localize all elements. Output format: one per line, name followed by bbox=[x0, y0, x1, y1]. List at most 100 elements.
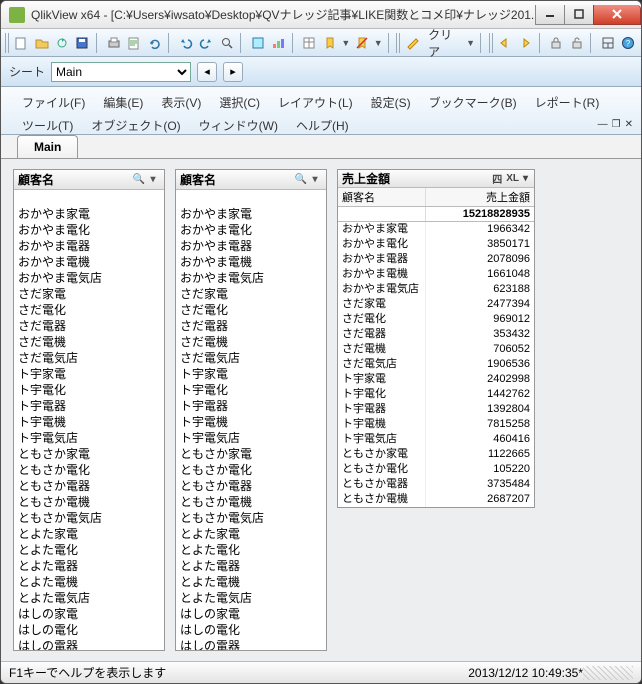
list-item[interactable]: とよた電化 bbox=[14, 542, 164, 558]
list-item[interactable]: ト宇電化 bbox=[176, 382, 326, 398]
listbox-body[interactable]: おかやま家電おかやま電化おかやま電器おかやま電機おかやま電気店さだ家電さだ電化さ… bbox=[14, 190, 164, 650]
table-row[interactable]: さだ電化969012 bbox=[338, 312, 534, 327]
list-item[interactable]: とよた電気店 bbox=[176, 590, 326, 606]
list-item[interactable]: はしの家電 bbox=[176, 606, 326, 622]
menu-select[interactable]: 選択(C) bbox=[210, 91, 269, 114]
menu-bookmark[interactable]: ブックマーク(B) bbox=[420, 91, 526, 114]
table-row[interactable]: おかやま電化3850171 bbox=[338, 237, 534, 252]
list-item[interactable]: おかやま電化 bbox=[14, 222, 164, 238]
table-body[interactable]: おかやま家電1966342おかやま電化3850171おかやま電器2078096お… bbox=[338, 222, 534, 507]
list-item[interactable]: ト宇電機 bbox=[176, 414, 326, 430]
close-button[interactable] bbox=[593, 5, 641, 25]
unlock-button[interactable] bbox=[568, 33, 585, 53]
list-item[interactable]: さだ電気店 bbox=[176, 350, 326, 366]
search-button[interactable] bbox=[218, 33, 235, 53]
list-item[interactable]: ともさか家電 bbox=[176, 446, 326, 462]
list-item[interactable]: ト宇家電 bbox=[176, 366, 326, 382]
list-item[interactable]: はしの家電 bbox=[14, 606, 164, 622]
list-item[interactable]: おかやま電機 bbox=[176, 254, 326, 270]
list-item[interactable]: ト宇家電 bbox=[14, 366, 164, 382]
print-button[interactable] bbox=[105, 33, 122, 53]
table-row[interactable]: さだ電器353432 bbox=[338, 327, 534, 342]
table-row[interactable]: おかやま電気店623188 bbox=[338, 282, 534, 297]
forward-button[interactable] bbox=[516, 33, 533, 53]
list-item[interactable]: とよた家電 bbox=[14, 526, 164, 542]
list-item[interactable]: おかやま電器 bbox=[14, 238, 164, 254]
dropdown-icon[interactable]: ▼ bbox=[341, 38, 350, 48]
sheet-prev-button[interactable]: ◂ bbox=[197, 62, 217, 82]
list-item[interactable]: おかやま電気店 bbox=[176, 270, 326, 286]
list-item[interactable]: とよた電機 bbox=[14, 574, 164, 590]
list-item[interactable]: とよた家電 bbox=[176, 526, 326, 542]
list-item[interactable]: ト宇電機 bbox=[14, 414, 164, 430]
list-item[interactable] bbox=[14, 190, 164, 206]
list-item[interactable]: ともさか電気店 bbox=[176, 510, 326, 526]
list-item[interactable]: とよた電化 bbox=[176, 542, 326, 558]
dropdown-icon[interactable]: ▼ bbox=[374, 38, 383, 48]
mdi-restore-button[interactable]: ❐ bbox=[612, 119, 621, 130]
list-item[interactable]: ともさか電化 bbox=[14, 462, 164, 478]
list-item[interactable]: おかやま電気店 bbox=[14, 270, 164, 286]
listbox-header[interactable]: 顧客名 🔍 ▾ bbox=[176, 170, 326, 190]
minimize-button[interactable] bbox=[535, 5, 565, 25]
menu-tool[interactable]: ツール(T) bbox=[13, 114, 82, 137]
lock-button[interactable] bbox=[547, 33, 564, 53]
menu-icon[interactable]: ▾ bbox=[308, 174, 322, 185]
list-item[interactable]: ともさか家電 bbox=[14, 446, 164, 462]
menu-window[interactable]: ウィンドウ(W) bbox=[190, 114, 287, 137]
table-row[interactable]: おかやま家電1966342 bbox=[338, 222, 534, 237]
back-button[interactable] bbox=[496, 33, 513, 53]
new-button[interactable] bbox=[12, 33, 29, 53]
table-row[interactable]: ともさか家電1122665 bbox=[338, 447, 534, 462]
table-row[interactable]: ト宇電器1392804 bbox=[338, 402, 534, 417]
table-row[interactable]: ト宇電化1442762 bbox=[338, 387, 534, 402]
table-row[interactable]: さだ電気店1906536 bbox=[338, 357, 534, 372]
list-item[interactable]: ト宇電化 bbox=[14, 382, 164, 398]
list-item[interactable]: ともさか電化 bbox=[176, 462, 326, 478]
tab-main[interactable]: Main bbox=[17, 135, 78, 158]
table-row[interactable]: ともさか電機2687207 bbox=[338, 492, 534, 507]
list-item[interactable] bbox=[176, 190, 326, 206]
list-item[interactable]: おかやま電機 bbox=[14, 254, 164, 270]
menu-file[interactable]: ファイル(F) bbox=[13, 91, 94, 114]
menu-object[interactable]: オブジェクト(O) bbox=[82, 114, 189, 137]
list-item[interactable]: さだ電器 bbox=[176, 318, 326, 334]
mdi-minimize-button[interactable]: — bbox=[598, 119, 608, 130]
list-item[interactable]: ともさか電器 bbox=[14, 478, 164, 494]
list-item[interactable]: さだ家電 bbox=[176, 286, 326, 302]
table-row[interactable]: おかやま電器2078096 bbox=[338, 252, 534, 267]
list-item[interactable]: さだ電化 bbox=[14, 302, 164, 318]
menu-layout[interactable]: レイアウト(L) bbox=[269, 91, 362, 114]
list-item[interactable]: さだ電気店 bbox=[14, 350, 164, 366]
list-item[interactable]: おかやま電化 bbox=[176, 222, 326, 238]
open-button[interactable] bbox=[33, 33, 50, 53]
chart-wizard-button[interactable] bbox=[269, 33, 286, 53]
table-row[interactable]: ともさか電器3735484 bbox=[338, 477, 534, 492]
list-item[interactable]: ともさか電機 bbox=[14, 494, 164, 510]
list-item[interactable]: とよた電器 bbox=[14, 558, 164, 574]
layout-button[interactable] bbox=[599, 33, 616, 53]
toolbar-grip-icon[interactable] bbox=[396, 33, 400, 53]
list-item[interactable]: さだ電機 bbox=[14, 334, 164, 350]
detach-icon[interactable]: 四 bbox=[490, 171, 504, 186]
list-item[interactable]: さだ電器 bbox=[14, 318, 164, 334]
menu-settings[interactable]: 設定(S) bbox=[362, 91, 420, 114]
toolbar-grip-icon[interactable] bbox=[489, 33, 493, 53]
list-item[interactable]: はしの電化 bbox=[176, 622, 326, 638]
maximize-button[interactable] bbox=[564, 5, 594, 25]
sheet-next-button[interactable]: ▸ bbox=[223, 62, 243, 82]
listbox-customer-2[interactable]: 顧客名 🔍 ▾ おかやま家電おかやま電化おかやま電器おかやま電機おかやま電気店さ… bbox=[175, 169, 327, 651]
table-button[interactable] bbox=[300, 33, 317, 53]
table-header[interactable]: 売上金額 四 XL ▾ bbox=[338, 170, 534, 188]
list-item[interactable]: とよた電機 bbox=[176, 574, 326, 590]
menu-icon[interactable]: ▾ bbox=[521, 173, 530, 184]
list-item[interactable]: ともさか電器 bbox=[176, 478, 326, 494]
table-row[interactable]: ともさか電化105220 bbox=[338, 462, 534, 477]
list-item[interactable]: さだ家電 bbox=[14, 286, 164, 302]
save-button[interactable] bbox=[74, 33, 91, 53]
list-item[interactable]: ともさか電気店 bbox=[14, 510, 164, 526]
table-row[interactable]: おかやま電機1661048 bbox=[338, 267, 534, 282]
search-icon[interactable]: 🔍 bbox=[294, 174, 308, 185]
resize-grip-icon[interactable] bbox=[583, 666, 633, 680]
mdi-close-button[interactable]: ✕ bbox=[625, 119, 633, 130]
